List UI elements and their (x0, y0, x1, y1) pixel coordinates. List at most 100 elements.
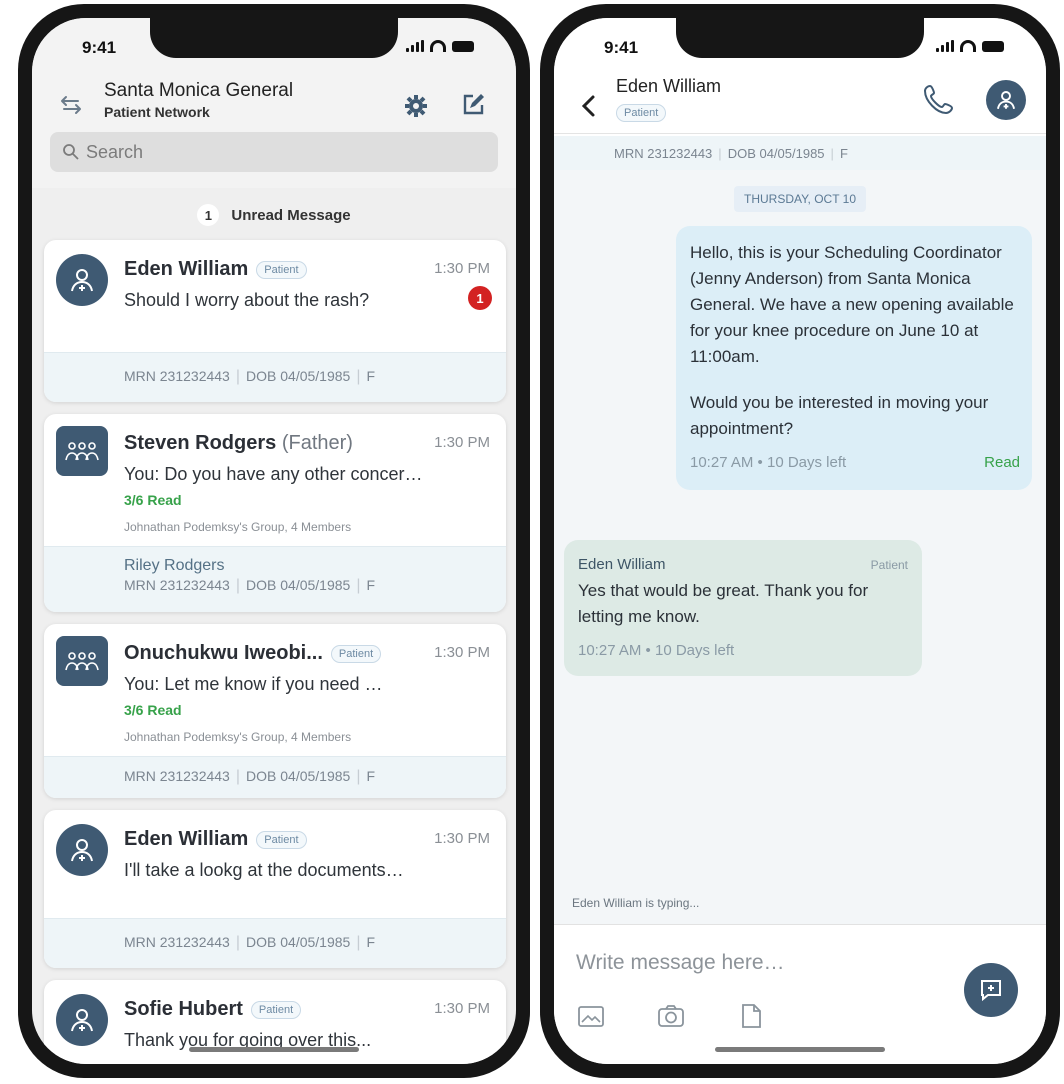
message-preview: You: Do you have any other concer… (124, 464, 423, 484)
conversation-card[interactable]: Eden William Patient 1:30 PM I'll take a … (44, 810, 506, 968)
patient-avatar-icon (56, 994, 108, 1046)
document-icon[interactable] (736, 1001, 766, 1031)
read-status: 3/6 Read (124, 492, 182, 508)
patient-tag: Patient (256, 830, 307, 849)
message-input[interactable]: Write message here… (576, 951, 785, 975)
read-status: Read (984, 454, 1020, 471)
message-expiry: 10 Days left (766, 454, 847, 471)
signal-icon (406, 40, 424, 52)
message-thread[interactable]: THURSDAY, OCT 10 Hello, this is your Sch… (554, 170, 1046, 924)
mrn: MRN 231232443 (124, 368, 230, 384)
sender-name: Eden William (578, 556, 666, 573)
contact-name: Eden William Patient (124, 828, 307, 851)
patient-avatar-icon (997, 91, 1015, 110)
message-text: Hello, this is your Scheduling Coordinat… (690, 243, 1014, 366)
call-button[interactable] (922, 82, 956, 116)
image-icon[interactable] (576, 1001, 606, 1031)
sex: F (366, 577, 376, 593)
status-time: 9:41 (82, 38, 117, 57)
search-icon (63, 144, 79, 160)
patient-name: Riley Rodgers (124, 557, 225, 574)
message-time: 1:30 PM (434, 1000, 490, 1017)
message-header: Eden William Patient (578, 552, 908, 578)
contact-name: Steven Rodgers (Father) (124, 432, 353, 454)
conversation-card[interactable]: Onuchukwu Iweobi... Patient 1:30 PM You: … (44, 624, 506, 798)
patient-info-bar: MRN 231232443 | DOB 04/05/1985 | F (44, 756, 506, 798)
message-preview: You: Let me know if you need … (124, 674, 383, 694)
sex: F (366, 368, 376, 384)
incoming-message[interactable]: Eden William Patient Yes that would be g… (564, 540, 922, 676)
unread-banner: 1 Unread Message (32, 204, 516, 226)
outgoing-message[interactable]: Hello, this is your Scheduling Coordinat… (676, 226, 1032, 490)
unread-badge: 1 (468, 286, 492, 310)
patient-info-bar: MRN 231232443 | DOB 04/05/1985 | F (554, 136, 1046, 170)
compose-icon[interactable] (460, 92, 486, 118)
contact-tag-wrap: Patient (616, 104, 667, 122)
day-separator: THURSDAY, OCT 10 (733, 186, 867, 212)
patient-tag: Patient (250, 1000, 302, 1019)
search-input[interactable]: Search (50, 132, 498, 172)
message-composer: Write message here… (554, 924, 1046, 1064)
unread-label: Unread Message (231, 206, 351, 224)
camera-icon[interactable] (656, 1001, 686, 1031)
attachment-toolbar (576, 1001, 766, 1031)
message-meta: 10:27 AM • 10 Days left (578, 642, 735, 659)
mrn: MRN 231232443 (124, 934, 230, 950)
contact-name: Eden William (616, 76, 722, 96)
message-time: 1:30 PM (434, 434, 490, 451)
wifi-icon (960, 40, 976, 52)
contact-name: Eden William Patient (124, 258, 307, 281)
message-time: 10:27 AM (690, 454, 754, 471)
battery-icon (452, 41, 474, 52)
message-meta: 10:27 AM • 10 Days left Read (690, 450, 1020, 476)
status-icons (936, 40, 1004, 52)
home-indicator (189, 1047, 359, 1052)
patient-info-bar: MRN 231232443 | DOB 04/05/1985 | F (44, 352, 506, 402)
phone-right: 9:41 Eden William Patient MRN 231232443 |… (540, 4, 1060, 1078)
patient-avatar-icon (56, 254, 108, 306)
group-info: Johnathan Podemksy's Group, 4 Members (124, 520, 352, 534)
dob: DOB 04/05/1985 (246, 934, 351, 950)
message-time: 1:30 PM (434, 830, 490, 847)
sex: F (366, 934, 376, 950)
chat-screen: 9:41 Eden William Patient MRN 231232443 |… (554, 18, 1046, 1064)
message-time: 1:30 PM (434, 644, 490, 661)
message-text: Yes that would be great. Thank you for l… (578, 581, 869, 626)
search-placeholder: Search (86, 141, 144, 162)
switch-network-icon[interactable] (54, 88, 88, 122)
wifi-icon (430, 40, 446, 52)
conversation-card[interactable]: Eden William Patient 1:30 PM Should I wor… (44, 240, 506, 402)
mrn: MRN 231232443 (614, 145, 713, 161)
back-button[interactable] (580, 94, 596, 125)
send-button[interactable] (964, 963, 1018, 1017)
network-subtitle: Patient Network (104, 104, 210, 120)
patient-avatar-icon (56, 824, 108, 876)
message-preview: Should I worry about the rash? (124, 290, 370, 310)
network-title: Santa Monica General (104, 80, 294, 101)
message-preview: I'll take a lookg at the documents… (124, 860, 404, 880)
patient-tag: Patient (330, 644, 382, 663)
patient-tag: Patient (256, 260, 307, 279)
signal-icon (936, 40, 954, 52)
gear-icon[interactable] (404, 94, 428, 118)
message-time: 1:30 PM (434, 260, 490, 277)
mrn: MRN 231232443 (124, 768, 230, 784)
dob: DOB 04/05/1985 (246, 768, 351, 784)
conversation-list-screen: 9:41 Santa Monica General Patient Networ… (32, 18, 516, 1064)
conversation-card[interactable]: Steven Rodgers (Father) 1:30 PM You: Do … (44, 414, 506, 612)
relation-label: (Father) (281, 432, 353, 454)
message-plus-icon (981, 980, 1001, 1002)
sender-tag: Patient (870, 558, 908, 572)
status-time: 9:41 (604, 38, 639, 57)
dob: DOB 04/05/1985 (246, 577, 351, 593)
patient-info-bar: MRN 231232443 | DOB 04/05/1985 | F (44, 918, 506, 968)
dob: DOB 04/05/1985 (727, 145, 825, 161)
group-avatar-icon (56, 636, 108, 686)
typing-indicator: Eden William is typing... (572, 896, 700, 910)
sex: F (366, 768, 376, 784)
unread-count: 1 (197, 204, 220, 226)
notch (150, 18, 398, 58)
group-info: Johnathan Podemksy's Group, 4 Members (124, 730, 352, 744)
status-icons (406, 40, 474, 52)
contact-avatar-button[interactable] (986, 80, 1026, 120)
